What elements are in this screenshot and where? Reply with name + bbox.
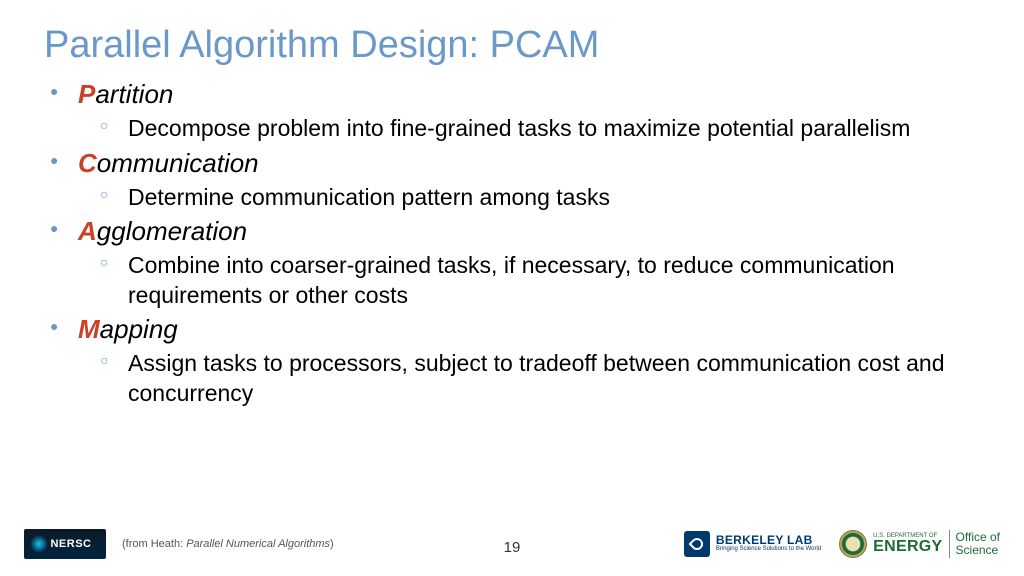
accent-letter: M bbox=[78, 314, 100, 344]
heading-rest: ommunication bbox=[97, 148, 259, 178]
doe-seal-icon bbox=[839, 530, 867, 558]
office-line2: Science bbox=[956, 544, 1000, 557]
attrib-title: Parallel Numerical Algorithms bbox=[186, 538, 330, 550]
nersc-text: NERSC bbox=[50, 538, 91, 550]
bullet-mapping: Mapping Assign tasks to processors, subj… bbox=[44, 312, 980, 408]
bl-tag: Bringing Science Solutions to the World bbox=[716, 546, 821, 553]
slide-title: Parallel Algorithm Design: PCAM bbox=[44, 24, 980, 67]
footer-right: BERKELEY LAB Bringing Science Solutions … bbox=[684, 530, 1000, 558]
doe-text: U.S. DEPARTMENT OF ENERGY bbox=[873, 533, 942, 555]
sub-item: Assign tasks to processors, subject to t… bbox=[100, 349, 980, 408]
bullet-heading: Mapping bbox=[78, 312, 980, 347]
accent-letter: P bbox=[78, 79, 95, 109]
berkeley-lab-text: BERKELEY LAB Bringing Science Solutions … bbox=[716, 534, 821, 553]
nersc-logo: NERSC bbox=[24, 529, 106, 559]
berkeley-lab-logo: BERKELEY LAB Bringing Science Solutions … bbox=[684, 531, 821, 557]
bullet-partition: Partition Decompose problem into fine-gr… bbox=[44, 77, 980, 144]
bl-name: BERKELEY LAB bbox=[716, 534, 821, 546]
doe-logo: U.S. DEPARTMENT OF ENERGY Office of Scie… bbox=[839, 530, 1000, 558]
divider bbox=[949, 530, 950, 558]
sub-item: Determine communication pattern among ta… bbox=[100, 183, 980, 212]
sub-list: Determine communication pattern among ta… bbox=[78, 183, 980, 212]
footer-left: NERSC (from Heath: Parallel Numerical Al… bbox=[24, 529, 334, 559]
slide: Parallel Algorithm Design: PCAM Partitio… bbox=[0, 0, 1024, 576]
doe-energy: ENERGY bbox=[873, 538, 942, 555]
attribution: (from Heath: Parallel Numerical Algorith… bbox=[122, 538, 334, 550]
bullet-heading: Communication bbox=[78, 146, 980, 181]
footer: NERSC (from Heath: Parallel Numerical Al… bbox=[0, 522, 1024, 566]
bullet-heading: Partition bbox=[78, 77, 980, 112]
berkeley-lab-icon bbox=[684, 531, 710, 557]
accent-letter: A bbox=[78, 216, 97, 246]
accent-letter: C bbox=[78, 148, 97, 178]
bullet-heading: Agglomeration bbox=[78, 214, 980, 249]
sub-list: Assign tasks to processors, subject to t… bbox=[78, 349, 980, 408]
heading-rest: artition bbox=[95, 79, 173, 109]
office-of-science: Office of Science bbox=[956, 531, 1000, 557]
bullet-communication: Communication Determine communication pa… bbox=[44, 146, 980, 213]
sub-item: Combine into coarser-grained tasks, if n… bbox=[100, 251, 980, 310]
attrib-prefix: (from Heath: bbox=[122, 538, 186, 550]
sub-item: Decompose problem into fine-grained task… bbox=[100, 114, 980, 143]
sub-list: Decompose problem into fine-grained task… bbox=[78, 114, 980, 143]
attrib-suffix: ) bbox=[330, 538, 334, 550]
heading-rest: gglomeration bbox=[97, 216, 247, 246]
bullet-agglomeration: Agglomeration Combine into coarser-grain… bbox=[44, 214, 980, 310]
sub-list: Combine into coarser-grained tasks, if n… bbox=[78, 251, 980, 310]
bullet-list: Partition Decompose problem into fine-gr… bbox=[44, 77, 980, 408]
heading-rest: apping bbox=[100, 314, 178, 344]
